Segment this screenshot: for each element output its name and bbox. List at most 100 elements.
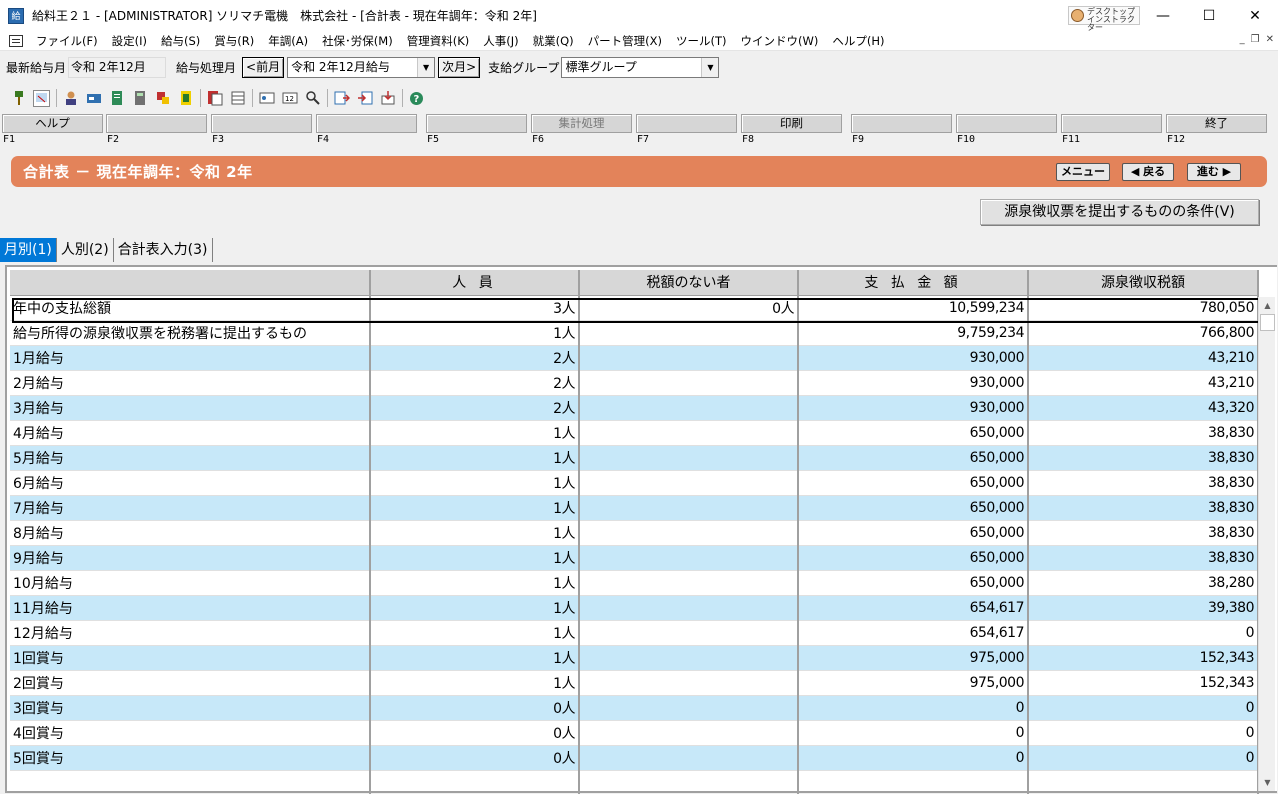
cell-withholding[interactable]: 780,050 xyxy=(1028,295,1259,321)
calculator-icon[interactable] xyxy=(131,90,148,107)
cell-payment[interactable]: 650,000 xyxy=(798,570,1029,596)
cell-no-tax[interactable] xyxy=(579,770,799,794)
cell-item[interactable]: 12月給与 xyxy=(10,620,371,646)
cell-headcount[interactable]: 1人 xyxy=(370,620,580,646)
table-row[interactable]: 6月給与 1人 650,000 38,830 xyxy=(10,470,1259,496)
cell-no-tax[interactable] xyxy=(579,470,799,496)
cell-payment[interactable]: 0 xyxy=(798,720,1029,746)
cell-payment[interactable]: 650,000 xyxy=(798,520,1029,546)
cell-no-tax[interactable] xyxy=(579,545,799,571)
back-button[interactable]: ◀ 戻る xyxy=(1122,163,1174,181)
menu-management[interactable]: 管理資料(K) xyxy=(400,33,477,49)
cell-withholding[interactable]: 43,210 xyxy=(1028,345,1259,371)
menu-bonus[interactable]: 賞与(R) xyxy=(207,33,261,49)
cell-item[interactable] xyxy=(10,770,371,794)
cell-headcount[interactable]: 1人 xyxy=(370,470,580,496)
table-row[interactable]: 3回賞与 0人 0 0 xyxy=(10,695,1259,721)
cell-payment[interactable]: 975,000 xyxy=(798,645,1029,671)
cell-headcount[interactable]: 1人 xyxy=(370,520,580,546)
cell-headcount[interactable]: 0人 xyxy=(370,720,580,746)
f3-button[interactable] xyxy=(211,114,312,133)
cell-no-tax[interactable] xyxy=(579,445,799,471)
employee-icon[interactable] xyxy=(62,90,79,107)
cell-no-tax[interactable] xyxy=(579,745,799,771)
cell-no-tax[interactable] xyxy=(579,670,799,696)
cell-headcount[interactable]: 1人 xyxy=(370,595,580,621)
cell-payment[interactable]: 650,000 xyxy=(798,445,1029,471)
prev-month-button[interactable]: <前月 xyxy=(242,56,285,78)
mdi-close-button[interactable]: ✕ xyxy=(1266,34,1274,45)
card-icon[interactable] xyxy=(85,90,102,107)
table-row[interactable]: 2回賞与 1人 975,000 152,343 xyxy=(10,670,1259,696)
cell-headcount[interactable]: 1人 xyxy=(370,570,580,596)
maximize-button[interactable]: ☐ xyxy=(1186,0,1232,31)
cell-withholding[interactable]: 0 xyxy=(1028,745,1259,771)
desktop-instructor-button[interactable]: デスクトップ インストラクター xyxy=(1068,6,1140,32)
f7-button[interactable] xyxy=(636,114,737,133)
menu-tools[interactable]: ツール(T) xyxy=(669,33,734,49)
menu-salary[interactable]: 給与(S) xyxy=(154,33,207,49)
cell-no-tax[interactable] xyxy=(579,695,799,721)
menu-window[interactable]: ウインドウ(W) xyxy=(734,33,826,49)
staff-list-icon[interactable] xyxy=(258,90,275,107)
cell-no-tax[interactable]: 0人 xyxy=(579,295,799,321)
tab-summary-input[interactable]: 合計表入力(3) xyxy=(114,238,213,262)
cell-item[interactable]: 2回賞与 xyxy=(10,670,371,696)
download-icon[interactable] xyxy=(379,90,396,107)
cell-item[interactable]: 8月給与 xyxy=(10,520,371,546)
menu-work[interactable]: 就業(Q) xyxy=(526,33,581,49)
cell-item[interactable]: 5月給与 xyxy=(10,445,371,471)
cell-withholding[interactable]: 38,830 xyxy=(1028,545,1259,571)
table-row[interactable]: 1回賞与 1人 975,000 152,343 xyxy=(10,645,1259,671)
export-icon[interactable] xyxy=(333,90,350,107)
cell-payment[interactable]: 975,000 xyxy=(798,670,1029,696)
table-row[interactable] xyxy=(10,770,1259,794)
cell-no-tax[interactable] xyxy=(579,345,799,371)
help-icon[interactable]: ? xyxy=(408,90,425,107)
cell-item[interactable]: 9月給与 xyxy=(10,545,371,571)
cell-payment[interactable]: 650,000 xyxy=(798,470,1029,496)
cell-payment[interactable]: 650,000 xyxy=(798,545,1029,571)
cell-headcount[interactable]: 0人 xyxy=(370,695,580,721)
cell-item[interactable]: 4月給与 xyxy=(10,420,371,446)
mdi-minimize-button[interactable]: _ xyxy=(1240,34,1245,45)
cell-payment[interactable]: 654,617 xyxy=(798,595,1029,621)
forward-button[interactable]: 進む ▶ xyxy=(1187,163,1241,181)
table-row[interactable]: 1月給与 2人 930,000 43,210 xyxy=(10,345,1259,371)
f11-button[interactable] xyxy=(1061,114,1162,133)
process-month-select[interactable]: 令和 2年12月給与 ▼ xyxy=(287,56,436,78)
cell-item[interactable]: 4回賞与 xyxy=(10,720,371,746)
cell-withholding[interactable]: 39,380 xyxy=(1028,595,1259,621)
minimize-button[interactable]: — xyxy=(1140,0,1186,31)
cell-no-tax[interactable] xyxy=(579,595,799,621)
cell-payment[interactable]: 930,000 xyxy=(798,395,1029,421)
next-month-button[interactable]: 次月> xyxy=(438,56,481,78)
cell-payment[interactable]: 650,000 xyxy=(798,420,1029,446)
cell-payment[interactable]: 10,599,234 xyxy=(798,295,1029,321)
f10-button[interactable] xyxy=(956,114,1057,133)
ledger-icon[interactable] xyxy=(108,90,125,107)
vertical-scrollbar[interactable]: ▲ ▼ xyxy=(1258,297,1275,791)
pin-icon[interactable] xyxy=(10,90,27,107)
cell-no-tax[interactable] xyxy=(579,570,799,596)
cell-item[interactable]: 1月給与 xyxy=(10,345,371,371)
table-row[interactable]: 年中の支払総額 3人 0人 10,599,234 780,050 xyxy=(10,295,1259,321)
cell-withholding[interactable]: 38,280 xyxy=(1028,570,1259,596)
mdi-restore-button[interactable]: ❐ xyxy=(1251,34,1260,45)
table-row[interactable]: 11月給与 1人 654,617 39,380 xyxy=(10,595,1259,621)
cell-item[interactable]: 3月給与 xyxy=(10,395,371,421)
cell-withholding[interactable]: 43,210 xyxy=(1028,370,1259,396)
table-row[interactable]: 給与所得の源泉徴収票を税務署に提出するもの 1人 9,759,234 766,800 xyxy=(10,320,1259,346)
cell-headcount[interactable]: 1人 xyxy=(370,495,580,521)
f8-print-button[interactable]: 印刷 xyxy=(741,114,842,133)
cell-headcount[interactable]: 2人 xyxy=(370,370,580,396)
cell-item[interactable]: 3回賞与 xyxy=(10,695,371,721)
cell-headcount[interactable]: 1人 xyxy=(370,320,580,346)
bonus-icon[interactable] xyxy=(154,90,171,107)
cell-item[interactable]: 6月給与 xyxy=(10,470,371,496)
table-row[interactable]: 12月給与 1人 654,617 0 xyxy=(10,620,1259,646)
table-row[interactable]: 10月給与 1人 650,000 38,280 xyxy=(10,570,1259,596)
cell-item[interactable]: 10月給与 xyxy=(10,570,371,596)
cell-no-tax[interactable] xyxy=(579,320,799,346)
cell-withholding[interactable]: 43,320 xyxy=(1028,395,1259,421)
